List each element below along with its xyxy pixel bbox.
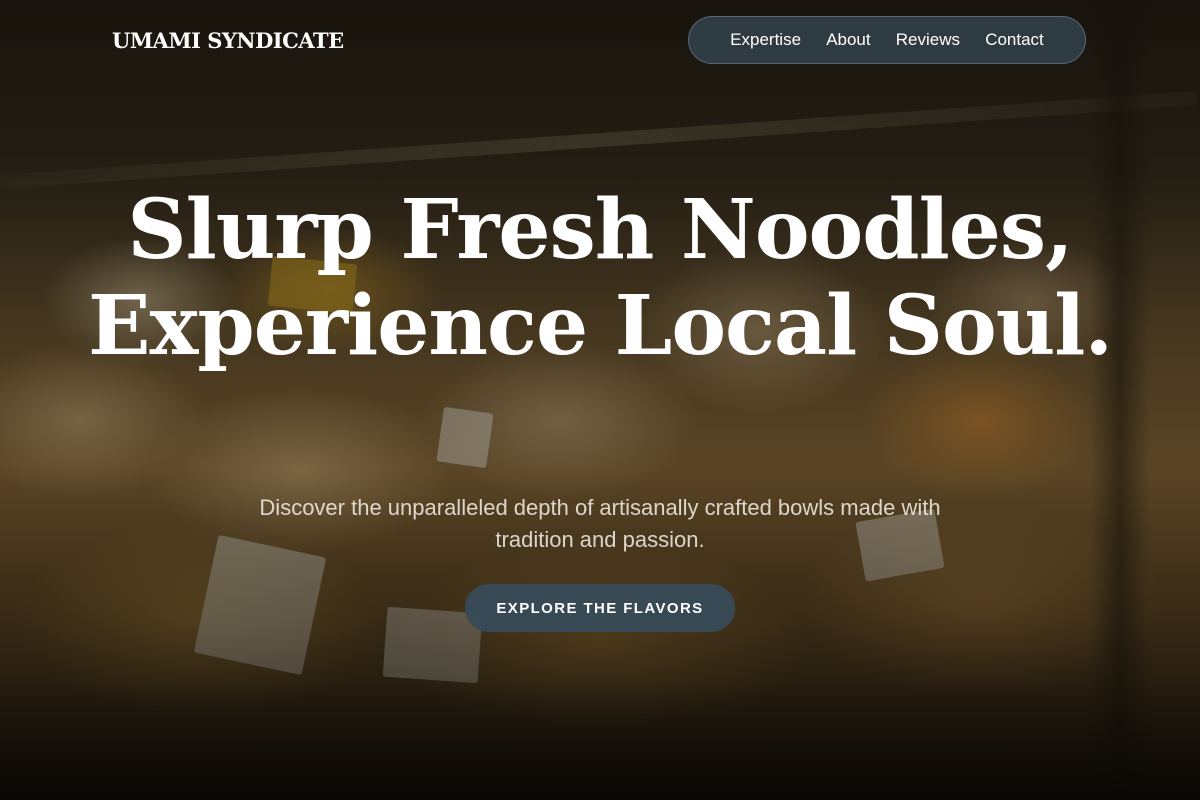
dark-overlay	[0, 0, 1200, 800]
hero-section: UMAMI SYNDICATE Expertise About Reviews …	[0, 0, 1200, 800]
nav-link-expertise[interactable]: Expertise	[730, 30, 801, 50]
explore-flavors-button[interactable]: EXPLORE THE FLAVORS	[465, 584, 735, 632]
nav-link-contact[interactable]: Contact	[985, 30, 1044, 50]
hero-headline: Slurp Fresh Noodles, Experience Local So…	[87, 182, 1113, 374]
nav-link-about[interactable]: About	[826, 30, 870, 50]
nav-link-reviews[interactable]: Reviews	[896, 30, 960, 50]
main-nav: Expertise About Reviews Contact	[688, 16, 1086, 64]
brand-logo[interactable]: UMAMI SYNDICATE	[112, 28, 344, 53]
hero-subheadline: Discover the unparalleled depth of artis…	[259, 495, 941, 552]
